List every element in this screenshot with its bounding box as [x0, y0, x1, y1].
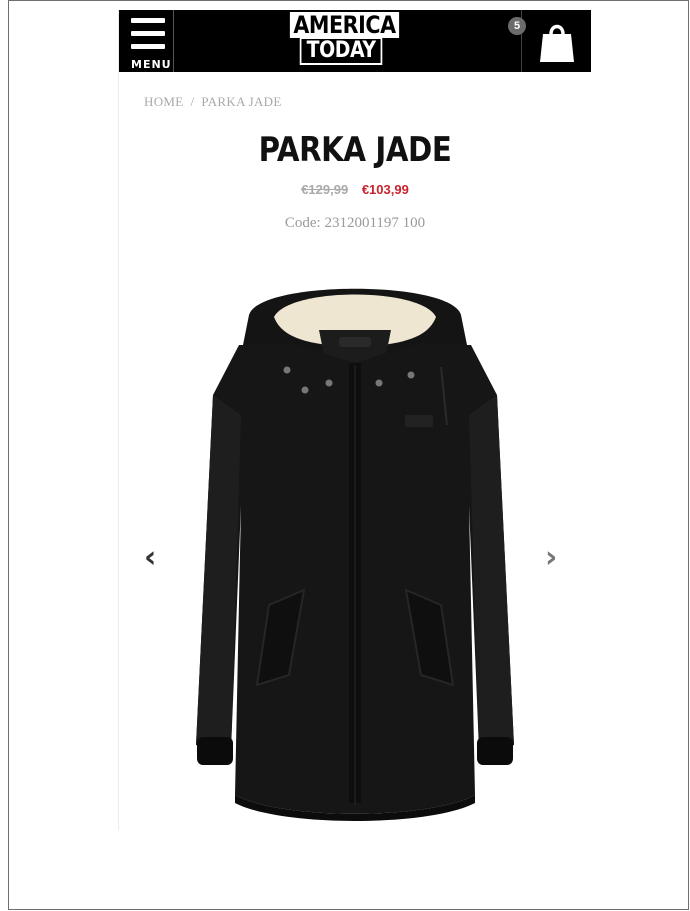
shopping-bag-icon[interactable] — [537, 18, 577, 64]
product-image[interactable] — [179, 275, 531, 835]
original-price: €129,99 — [301, 182, 349, 197]
breadcrumb: HOME / PARKA JADE — [144, 94, 282, 110]
breadcrumb-home-link[interactable]: HOME — [144, 94, 183, 109]
logo-text-line1: AMERICA — [289, 12, 400, 38]
product-code: Code: 2312001197 100 — [284, 215, 426, 231]
menu-label: MENU — [131, 58, 172, 71]
cart-count-badge: 5 — [508, 17, 526, 35]
mobile-page: MENU AMERICA TODAY 5 HOME / PARKA JADE PAR… — [118, 10, 591, 830]
breadcrumb-separator: / — [190, 94, 195, 109]
site-header: MENU AMERICA TODAY 5 — [119, 10, 591, 72]
hamburger-icon — [131, 31, 165, 36]
hamburger-icon — [131, 44, 165, 49]
menu-button[interactable]: MENU — [127, 14, 173, 71]
product-title: PARKA JADE — [258, 130, 452, 170]
hamburger-icon — [131, 18, 165, 23]
logo-text-line2: TODAY — [299, 37, 383, 65]
sale-price: €103,99 — [361, 182, 409, 197]
product-prices: €129,99 €103,99 — [119, 182, 591, 197]
chevron-left-icon[interactable]: ‹ — [144, 540, 156, 575]
divider — [173, 10, 174, 72]
breadcrumb-current: PARKA JADE — [201, 94, 282, 109]
chevron-right-icon[interactable]: › — [545, 540, 557, 575]
america-today-logo[interactable]: AMERICA TODAY — [281, 12, 401, 82]
